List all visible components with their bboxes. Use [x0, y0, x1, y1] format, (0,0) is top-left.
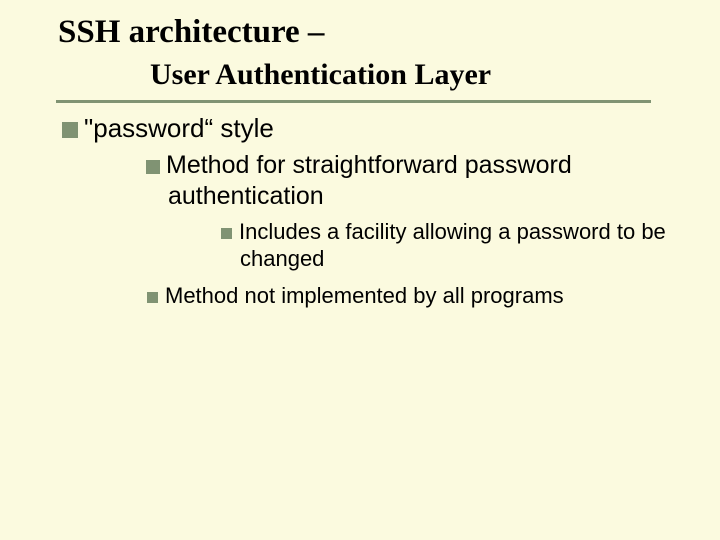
slide-content: "password“ style Method for straightforw…	[0, 91, 720, 309]
slide-title-line1: SSH architecture –	[58, 14, 720, 50]
bullet-level1-text: "password“ style	[84, 113, 274, 143]
bullet-level2: Method for straightforward password auth…	[102, 150, 676, 211]
square-bullet-icon	[62, 122, 78, 138]
bullet-level3-text: Method not implemented by all programs	[165, 283, 564, 308]
slide: SSH architecture – User Authentication L…	[0, 0, 720, 540]
bullet-level2-text: Method for straightforward password auth…	[166, 151, 572, 210]
title-underline	[56, 100, 651, 103]
slide-title-line2: User Authentication Layer	[58, 58, 720, 91]
bullet-level3-text: Includes a facility allowing a password …	[239, 219, 666, 270]
bullet-level3: Method not implemented by all programs	[104, 282, 676, 310]
bullet-level3: Includes a facility allowing a password …	[140, 219, 676, 272]
title-block: SSH architecture – User Authentication L…	[0, 0, 720, 91]
square-bullet-icon	[147, 292, 158, 303]
square-bullet-icon	[221, 228, 232, 239]
square-bullet-icon	[146, 160, 160, 174]
bullet-level1: "password“ style	[62, 113, 676, 144]
